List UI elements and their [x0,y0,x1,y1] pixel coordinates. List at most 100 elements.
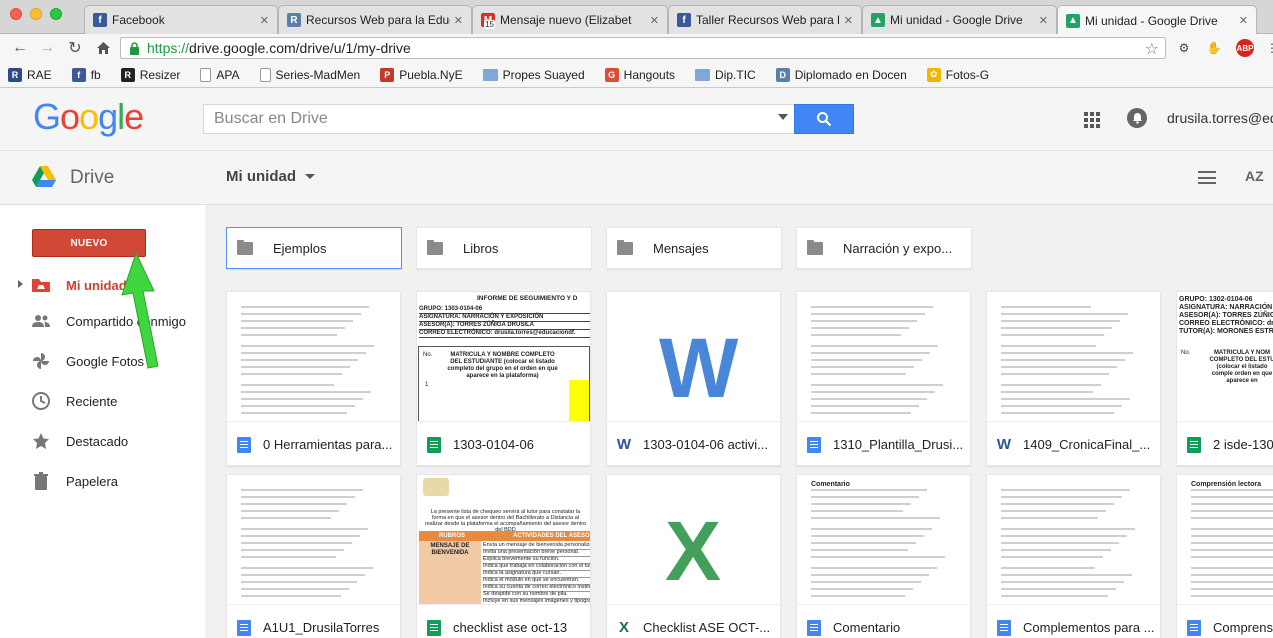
file-thumbnail[interactable] [797,292,970,422]
file-card[interactable]: 0 Herramientas para... [226,291,401,466]
account-email[interactable]: drusila.torres@edu [1167,110,1273,126]
file-thumbnail[interactable] [227,475,400,605]
sidebar-item[interactable]: Papelera [0,461,205,501]
notifications-bell-icon[interactable] [1127,108,1147,128]
file-card[interactable]: GRUPO: 1302-0104-06 ASIGNATURA: NARRACIÓN… [1176,291,1273,466]
file-card[interactable]: W W 1303-0104-06 activi... [606,291,781,466]
file-card[interactable]: 1310_Plantilla_Drusi... [796,291,971,466]
browser-tab[interactable]: R Recursos Web para la Educ ✕ [278,5,472,34]
bookmark-item[interactable]: APA [200,67,240,82]
folder-card[interactable]: Mensajes [606,227,782,269]
file-card[interactable]: Comprensión lectora Comprens [1176,474,1273,638]
bookmark-item[interactable]: Propes Suayed [482,68,585,82]
extension-puzzle-icon[interactable]: ⚙ [1174,38,1194,58]
file-thumbnail[interactable]: La presente lista de chequeo servirá al … [417,475,590,605]
text-line [1001,503,1114,505]
file-card[interactable]: INFORME DE SEGUIMIENTO Y D GRUPO: 1303-01… [416,291,591,466]
file-thumbnail[interactable]: GRUPO: 1302-0104-06 ASIGNATURA: NARRACIÓN… [1177,292,1273,422]
bookmark-item[interactable]: G Hangouts [604,67,675,82]
close-window-button[interactable] [10,8,22,20]
google-apps-grid-icon[interactable] [1084,112,1100,128]
file-thumbnail[interactable]: INFORME DE SEGUIMIENTO Y D GRUPO: 1303-01… [417,292,590,422]
zoom-window-button[interactable] [50,8,62,20]
file-thumbnail[interactable] [227,292,400,422]
file-card[interactable]: W 1409_CronicaFinal_... [986,291,1161,466]
browser-tab[interactable]: ▲ Mi unidad - Google Drive ✕ [1057,5,1257,35]
file-caption[interactable]: A1U1_DrusilaTorres [227,606,400,638]
bookmark-item[interactable]: f fb [71,67,101,82]
bookmark-item[interactable]: Series-MadMen [259,67,360,82]
sidebar-item[interactable]: Mi unidad [0,265,205,305]
reload-icon[interactable]: ↻ [65,38,85,58]
file-thumbnail[interactable]: W [607,292,780,422]
bookmark-item[interactable]: P Puebla.NyE [380,67,463,82]
close-tab-icon[interactable]: ✕ [844,14,853,27]
folder-card[interactable]: Narración y expo... [796,227,972,269]
file-thumbnail[interactable] [987,292,1160,422]
file-card[interactable]: X X Checklist ASE OCT-... [606,474,781,638]
google-logo[interactable]: Google [33,96,144,138]
file-caption[interactable]: 2 isde-130 [1177,423,1273,466]
bookmark-item[interactable]: ✿ Fotos-G [926,67,989,82]
minimize-window-button[interactable] [30,8,42,20]
close-tab-icon[interactable]: ✕ [260,14,269,27]
drive-search-input[interactable]: Buscar en Drive [203,104,795,134]
adblock-icon[interactable]: ABP [1236,39,1254,57]
close-tab-icon[interactable]: ✕ [454,14,463,27]
file-caption[interactable]: 1310_Plantilla_Drusi... [797,423,970,466]
file-thumbnail[interactable]: Comprensión lectora [1177,475,1273,605]
back-arrow-icon[interactable]: ← [10,38,30,58]
file-thumbnail[interactable] [987,475,1160,605]
browser-tab[interactable]: f Taller Recursos Web para la ✕ [668,5,862,34]
folder-card[interactable]: Ejemplos [226,227,402,269]
file-card[interactable]: Complementos para ... [986,474,1161,638]
bookmark-item[interactable]: R RAE [8,67,52,82]
extension-hand-icon[interactable]: ✋ [1204,38,1224,58]
chrome-menu-icon[interactable]: ⋮ [1262,38,1273,58]
bookmark-item[interactable]: D Diplomado en Docen [775,67,907,82]
folder-name: Ejemplos [273,240,327,256]
sidebar-item[interactable]: Google Fotos [0,341,205,381]
home-icon[interactable] [93,38,113,58]
sidebar-item[interactable]: Reciente [0,381,205,421]
browser-tab[interactable]: ▲ Mi unidad - Google Drive ✕ [862,5,1057,34]
forward-arrow-icon[interactable]: → [37,38,57,58]
close-tab-icon[interactable]: ✕ [1039,14,1048,27]
file-caption[interactable]: 1303-0104-06 [417,423,590,466]
location-dropdown[interactable]: Mi unidad [226,168,315,185]
text-line [241,542,352,544]
bookmark-item[interactable]: Dip.TIC [695,68,756,82]
file-caption[interactable]: X Checklist ASE OCT-... [607,606,780,638]
drive-logo-icon[interactable] [32,166,56,188]
file-thumbnail[interactable]: Comentario [797,475,970,605]
bookmark-item[interactable]: R Resizer [120,67,180,82]
file-card[interactable]: La presente lista de chequeo servirá al … [416,474,591,638]
site-icon: R [287,13,301,27]
file-caption[interactable]: Complementos para ... [987,606,1160,638]
sort-az-icon[interactable]: AZ [1245,168,1264,184]
list-view-icon[interactable] [1198,171,1216,184]
search-button[interactable] [794,104,854,134]
expand-arrow-icon[interactable] [18,280,23,288]
browser-tab[interactable]: MMensaje nuevo (Elizabet✕15 [472,5,668,34]
file-caption[interactable]: W 1409_CronicaFinal_... [987,423,1160,466]
close-tab-icon[interactable]: ✕ [650,14,659,27]
browser-tab[interactable]: f Facebook ✕ [84,5,278,34]
file-thumbnail[interactable]: X [607,475,780,605]
address-bar[interactable]: https://drive.google.com/drive/u/1/my-dr… [120,37,1166,59]
file-card[interactable]: A1U1_DrusilaTorres [226,474,401,638]
file-caption[interactable]: Comentario [797,606,970,638]
sidebar-item[interactable]: Compartido conmigo [0,301,205,341]
folder-card[interactable]: Libros [416,227,592,269]
sidebar-item[interactable]: Destacado [0,421,205,461]
file-caption[interactable]: W 1303-0104-06 activi... [607,423,780,466]
file-caption[interactable]: 0 Herramientas para... [227,423,400,466]
file-caption[interactable]: Comprens [1177,606,1273,638]
close-tab-icon[interactable]: ✕ [1239,14,1248,27]
text-line [1191,510,1273,512]
file-caption[interactable]: checklist ase oct-13 [417,606,590,638]
search-options-dropdown-icon[interactable] [778,114,788,120]
bookmark-star-icon[interactable]: ☆ [1145,39,1159,59]
search-icon [817,112,832,127]
file-card[interactable]: Comentario Comentario [796,474,971,638]
